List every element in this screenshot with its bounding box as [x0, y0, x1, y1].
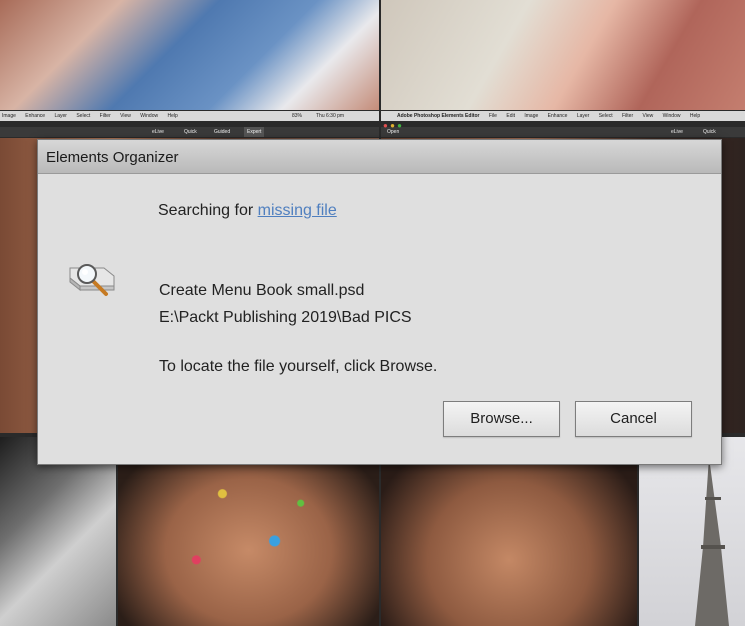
instruction-text: To locate the file yourself, click Brows…	[159, 358, 438, 375]
photo-paint-splash	[118, 437, 379, 626]
left-mode-tabs: eLive Quick Guided Expert	[0, 127, 379, 137]
photo-denim-woman	[0, 0, 379, 110]
menu-image[interactable]: Image	[524, 113, 538, 119]
dialog-title: Elements Organizer	[46, 149, 179, 166]
menu-image[interactable]: Image	[2, 113, 16, 119]
eiffel-tower-icon	[695, 457, 729, 626]
menu-filter[interactable]: Filter	[100, 113, 111, 119]
missing-file-path: E:\Packt Publishing 2019\Bad PICS	[159, 309, 412, 326]
app-name: Adobe Photoshop Elements Editor	[397, 113, 480, 119]
photo-knit-sweater	[381, 0, 745, 110]
open-button[interactable]: Open	[387, 127, 399, 137]
elements-organizer-dialog: Elements Organizer Searching for missing…	[37, 139, 722, 465]
menu-filter[interactable]: Filter	[622, 113, 633, 119]
magnifier-drive-icon	[68, 260, 118, 300]
missing-file-name: Create Menu Book small.psd	[159, 282, 365, 299]
tab-quick[interactable]: Quick	[703, 127, 716, 137]
menu-layer[interactable]: Layer	[54, 113, 67, 119]
menu-help[interactable]: Help	[167, 113, 177, 119]
menu-help[interactable]: Help	[690, 113, 700, 119]
missing-file-link[interactable]: missing file	[258, 202, 337, 219]
left-menubar: Image Enhance Layer Select Filter View W…	[0, 111, 379, 121]
menu-edit[interactable]: Edit	[506, 113, 515, 119]
menu-view[interactable]: View	[643, 113, 654, 119]
photo-eiffel	[639, 437, 745, 626]
tab-elive[interactable]: eLive	[671, 127, 683, 137]
clock: Thu 6:30 pm	[316, 113, 345, 119]
menu-window[interactable]: Window	[140, 113, 158, 119]
right-toolbar: ● ● ● Open eLive Quick	[381, 121, 745, 137]
tab-expert[interactable]: Expert	[244, 127, 265, 137]
tab-quick[interactable]: Quick	[184, 127, 197, 137]
menu-enhance[interactable]: Enhance	[548, 113, 568, 119]
menu-layer[interactable]: Layer	[577, 113, 590, 119]
searching-line: Searching for missing file	[158, 202, 337, 220]
right-menubar: Adobe Photoshop Elements Editor File Edi…	[381, 111, 745, 121]
menu-enhance[interactable]: Enhance	[25, 113, 45, 119]
menu-select[interactable]: Select	[76, 113, 90, 119]
menu-file[interactable]: File	[489, 113, 497, 119]
photo-squint-face	[381, 437, 637, 626]
tab-elive[interactable]: eLive	[152, 127, 164, 137]
menu-view[interactable]: View	[120, 113, 131, 119]
browse-button[interactable]: Browse...	[443, 401, 560, 437]
menu-window[interactable]: Window	[663, 113, 681, 119]
searching-prefix: Searching for	[158, 202, 254, 219]
cancel-button[interactable]: Cancel	[575, 401, 692, 437]
battery-status: 83%	[292, 113, 303, 119]
photo-bw-woman	[0, 437, 116, 626]
tab-guided[interactable]: Guided	[214, 127, 230, 137]
menu-select[interactable]: Select	[599, 113, 613, 119]
dialog-titlebar[interactable]: Elements Organizer	[38, 140, 721, 174]
